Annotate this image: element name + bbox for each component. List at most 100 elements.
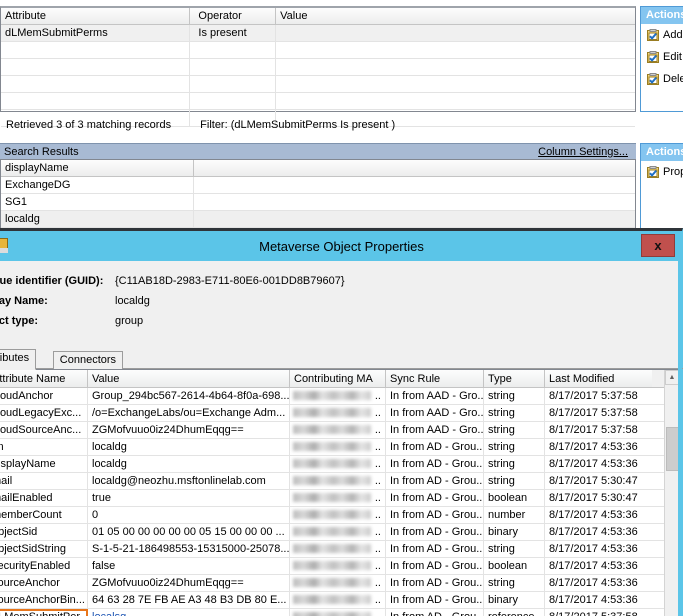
attribute-row[interactable]: objectSid01 05 00 00 00 00 00 05 15 00 0… [0, 524, 679, 541]
search-result-displayname[interactable]: localdg [1, 211, 194, 227]
cell-attribute-name[interactable]: memberCount [0, 507, 88, 523]
cell-attribute-value[interactable]: ZGMofvuuo0iz24DhumEqqg== [88, 422, 290, 438]
filter-cell-value[interactable] [276, 93, 635, 109]
cell-last-modified[interactable]: 8/17/2017 4:53:36 [545, 524, 652, 540]
attribute-row[interactable]: objectSidStringS-1-5-21-186498553-153150… [0, 541, 679, 558]
cell-last-modified[interactable]: 8/17/2017 5:30:47 [545, 473, 652, 489]
cell-attribute-value[interactable]: localdg@neozhu.msftonlinelab.com [88, 473, 290, 489]
cell-sync-rule[interactable]: In from AD - Grou... [386, 507, 484, 523]
column-header-sync-rule[interactable]: Sync Rule [386, 370, 484, 387]
cell-attribute-type[interactable]: string [484, 575, 545, 591]
attribute-row[interactable]: memberCount0.. In from AD - Grou...number… [0, 507, 679, 524]
cell-attribute-type[interactable]: string [484, 541, 545, 557]
cell-sync-rule[interactable]: In from AD - Grou... [386, 524, 484, 540]
column-header-displayname[interactable]: displayName [1, 160, 194, 176]
cell-contributing-ma[interactable]: .. [290, 558, 386, 574]
cell-contributing-ma[interactable]: .. [290, 473, 386, 489]
column-header-value[interactable]: Value [88, 370, 290, 387]
column-header-attribute[interactable]: Attribute [1, 8, 191, 24]
filter-row[interactable] [1, 59, 635, 76]
search-result-row[interactable]: ExchangeDG [1, 177, 635, 194]
cell-attribute-value[interactable]: 0 [88, 507, 290, 523]
cell-sync-rule[interactable]: In from AD - Grou... [386, 541, 484, 557]
filter-cell-operator[interactable] [190, 93, 277, 109]
cell-attribute-value[interactable]: false [88, 558, 290, 574]
cell-attribute-value[interactable]: 01 05 00 00 00 00 00 05 15 00 00 00 ... [88, 524, 290, 540]
attribute-row[interactable]: sourceAnchorZGMofvuuo0iz24DhumEqqg==.. In… [0, 575, 679, 592]
cell-contributing-ma[interactable]: .. [290, 490, 386, 506]
action-item-delete[interactable]: Delete [641, 68, 683, 90]
search-results-grid[interactable]: displayName ExchangeDG SG1 localdg [0, 159, 636, 245]
cell-contributing-ma[interactable]: .. [290, 541, 386, 557]
search-result-blank-cell[interactable] [194, 177, 635, 193]
cell-attribute-name[interactable]: sourceAnchorBin... [0, 592, 88, 608]
cell-attribute-type[interactable]: number [484, 507, 545, 523]
cell-attribute-value[interactable]: /o=ExchangeLabs/ou=Exchange Adm... [88, 405, 290, 421]
filter-cell-value[interactable] [276, 76, 635, 92]
cell-contributing-ma[interactable]: .. [290, 405, 386, 421]
cell-attribute-name[interactable]: displayName [0, 456, 88, 472]
scroll-up-arrow-icon[interactable]: ▲ [665, 370, 679, 385]
cell-attribute-value[interactable]: localdg [88, 439, 290, 455]
column-header-value[interactable]: Value [276, 8, 635, 24]
cell-contributing-ma[interactable]: .. [290, 609, 386, 616]
cell-last-modified[interactable]: 8/17/2017 4:53:36 [545, 592, 652, 608]
cell-sync-rule[interactable]: In from AD - Grou... [386, 609, 484, 616]
cell-last-modified[interactable]: 8/17/2017 5:37:58 [545, 609, 652, 616]
cell-attribute-type[interactable]: string [484, 439, 545, 455]
cell-contributing-ma[interactable]: .. [290, 422, 386, 438]
filter-cell-attribute[interactable]: dLMemSubmitPerms [1, 25, 191, 41]
column-header-operator[interactable]: Operator [190, 8, 277, 24]
cell-attribute-type[interactable]: boolean [484, 490, 545, 506]
cell-attribute-value[interactable]: true [88, 490, 290, 506]
cell-attribute-name[interactable]: mail [0, 473, 88, 489]
cell-attribute-name[interactable]: mailEnabled [0, 490, 88, 506]
reference-link[interactable]: localsg [92, 611, 126, 616]
cell-sync-rule[interactable]: In from AD - Grou... [386, 439, 484, 455]
cell-attribute-type[interactable]: string [484, 456, 545, 472]
tab-ttributes[interactable]: ttributes [0, 349, 37, 370]
cell-contributing-ma[interactable]: .. [290, 592, 386, 608]
cell-contributing-ma[interactable]: .. [290, 524, 386, 540]
cell-attribute-value[interactable]: ZGMofvuuo0iz24DhumEqqg== [88, 575, 290, 591]
filter-cell-attribute[interactable] [1, 93, 191, 109]
cell-attribute-name[interactable]: sourceAnchor [0, 575, 88, 591]
attribute-row[interactable]: cloudLegacyExc.../o=ExchangeLabs/ou=Exch… [0, 405, 679, 422]
attribute-row[interactable]: displayNamelocaldg.. In from AD - Grou...… [0, 456, 679, 473]
attribute-row[interactable]: mailEnabledtrue.. In from AD - Grou...boo… [0, 490, 679, 507]
cell-attribute-value[interactable]: 64 63 28 7E FB AE A3 48 B3 DB 80 E... [88, 592, 290, 608]
cell-last-modified[interactable]: 8/17/2017 4:53:36 [545, 558, 652, 574]
cell-sync-rule[interactable]: In from AD - Grou... [386, 592, 484, 608]
attribute-row[interactable]: cnlocaldg.. In from AD - Grou...string8/1… [0, 439, 679, 456]
column-header-attribute-name[interactable]: Attribute Name [0, 370, 88, 387]
filter-row[interactable] [1, 76, 635, 93]
filter-cell-attribute[interactable] [1, 42, 191, 58]
filter-criteria-grid[interactable]: Attribute Operator Value dLMemSubmitPerm… [0, 6, 636, 127]
cell-attribute-name[interactable]: cloudLegacyExc... [0, 405, 88, 421]
cell-attribute-type[interactable]: string [484, 473, 545, 489]
action-item-properties[interactable]: Properties... [641, 161, 683, 183]
attribute-row[interactable]: cloudSourceAnc... ZGMofvuuo0iz24DhumEqqg=… [0, 422, 679, 439]
filter-cell-operator[interactable] [190, 76, 277, 92]
search-result-row[interactable]: SG1 [1, 194, 635, 211]
search-result-row[interactable]: localdg [1, 211, 635, 228]
filter-cell-attribute[interactable] [1, 76, 191, 92]
attribute-row[interactable]: maillocaldg@neozhu.msftonlinelab.com.. In… [0, 473, 679, 490]
cell-last-modified[interactable]: 8/17/2017 5:30:47 [545, 490, 652, 506]
filter-row[interactable]: dLMemSubmitPerms Is present [1, 25, 635, 42]
cell-contributing-ma[interactable]: .. [290, 439, 386, 455]
filter-cell-operator[interactable]: Is present [190, 25, 277, 41]
cell-last-modified[interactable]: 8/17/2017 4:53:36 [545, 456, 652, 472]
cell-last-modified[interactable]: 8/17/2017 5:37:58 [545, 388, 652, 404]
column-header-contributing-ma[interactable]: Contributing MA [290, 370, 386, 387]
cell-sync-rule[interactable]: In from AAD - Gro... [386, 388, 484, 404]
attributes-grid[interactable]: Attribute Name Value Contributing MA Syn… [0, 370, 679, 616]
cell-contributing-ma[interactable]: .. [290, 575, 386, 591]
filter-cell-attribute[interactable] [1, 59, 191, 75]
cell-last-modified[interactable]: 8/17/2017 4:53:36 [545, 541, 652, 557]
cell-attribute-name[interactable]: cloudSourceAnc... [0, 422, 88, 438]
cell-sync-rule[interactable]: In from AD - Grou... [386, 490, 484, 506]
cell-attribute-type[interactable]: boolean [484, 558, 545, 574]
attribute-row[interactable]: dLMemSubmitPer... localsg.. In from AD - G… [0, 609, 679, 616]
attribute-row[interactable]: cloudAnchorGroup_294bc567-2614-4b64-8f0a… [0, 388, 679, 405]
